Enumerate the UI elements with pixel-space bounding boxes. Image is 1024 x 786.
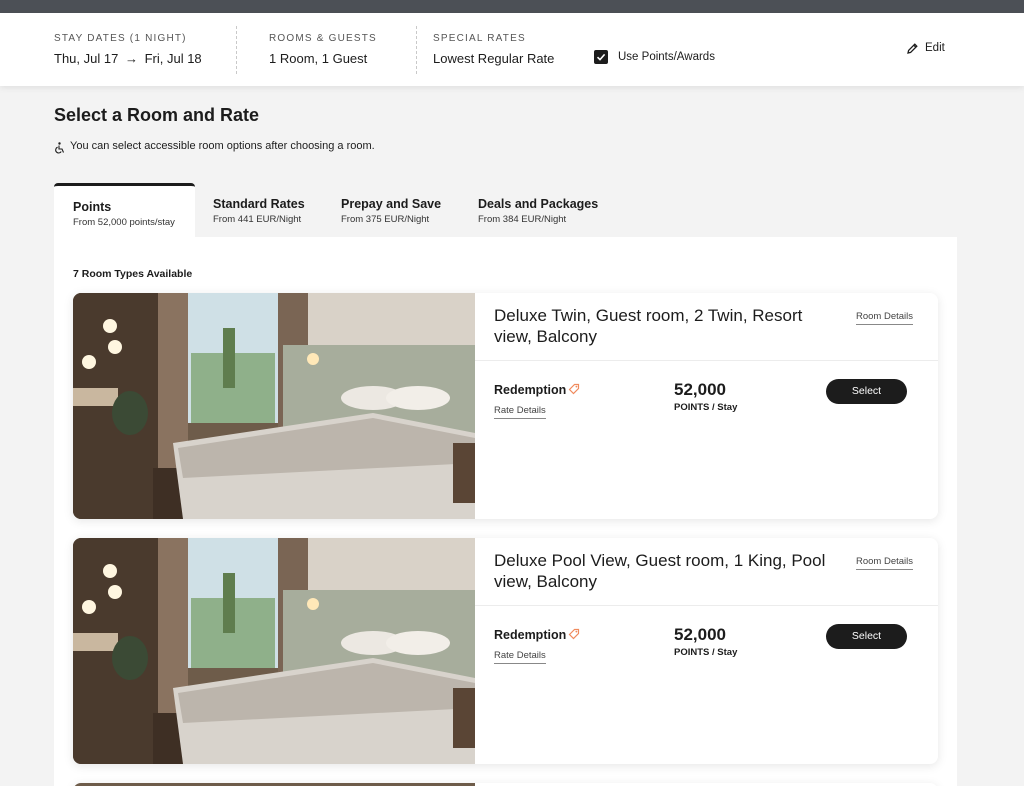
points-unit: POINTS / Stay [674, 647, 738, 658]
tab-label: Points [73, 200, 112, 214]
room-photo[interactable] [73, 293, 475, 519]
rate-details-link[interactable]: Rate Details [494, 650, 546, 664]
tab-points[interactable]: Points From 52,000 points/stay [54, 183, 195, 237]
room-name: Deluxe Pool View, Guest room, 1 King, Po… [494, 551, 826, 591]
divider [475, 605, 938, 606]
points-price: 52,000 [674, 380, 726, 399]
stay-dates-caption: STAY DATES (1 NIGHT) [54, 33, 187, 44]
arrow-right-icon: → [124, 51, 138, 66]
wheelchair-icon [55, 142, 65, 154]
divider [475, 360, 938, 361]
select-button[interactable]: Select [826, 379, 907, 404]
tag-icon [568, 628, 580, 640]
tab-prepay-and-save[interactable]: Prepay and Save From 375 EUR/Night [323, 183, 460, 237]
tab-subtitle: From 375 EUR/Night [341, 214, 430, 225]
special-rates-value: Lowest Regular Rate [433, 51, 555, 66]
rate-name: Redemption [494, 628, 567, 642]
use-points-checkbox[interactable] [594, 50, 608, 64]
tab-subtitle: From 441 EUR/Night [213, 214, 302, 225]
edit-label: Edit [925, 42, 945, 54]
tab-subtitle: From 384 EUR/Night [478, 214, 567, 225]
tab-label: Deals and Packages [478, 197, 599, 211]
divider [416, 26, 417, 74]
divider [236, 26, 237, 74]
page-title: Select a Room and Rate [54, 105, 260, 125]
tab-standard-rates[interactable]: Standard Rates From 441 EUR/Night [195, 183, 323, 237]
points-price: 52,000 [674, 625, 726, 644]
check-out-date: Fri, Jul 18 [144, 51, 202, 66]
room-details-link[interactable]: Room Details [856, 556, 914, 570]
special-rates-caption: SPECIAL RATES [433, 33, 526, 44]
room-card: Deluxe Pool View, Guest room, 1 King, Po… [73, 538, 938, 764]
check-in-date: Thu, Jul 17 [54, 51, 119, 66]
tag-icon [568, 383, 580, 395]
room-photo[interactable] [73, 538, 475, 764]
select-button[interactable]: Select [826, 624, 907, 649]
stay-dates-value: Thu, Jul 17 → Fri, Jul 18 [54, 51, 202, 66]
rooms-guests-value: 1 Room, 1 Guest [269, 51, 368, 66]
rate-name: Redemption [494, 383, 567, 397]
room-name: Deluxe Twin, Guest room, 2 Twin, Resort … [494, 306, 803, 346]
accessible-note-text: You can select accessible room options a… [70, 140, 375, 152]
tab-deals-and-packages[interactable]: Deals and Packages From 384 EUR/Night [460, 183, 620, 237]
tab-label: Prepay and Save [341, 197, 442, 211]
room-details-link[interactable]: Room Details [856, 311, 914, 325]
tab-subtitle: From 52,000 points/stay [73, 217, 175, 228]
search-summary-header: STAY DATES (1 NIGHT) Thu, Jul 17 → Fri, … [0, 13, 1024, 86]
tab-label: Standard Rates [213, 197, 305, 211]
use-points-label[interactable]: Use Points/Awards [618, 51, 715, 63]
top-bar [0, 0, 1024, 13]
checkmark-icon [596, 53, 606, 61]
rooms-guests-caption: ROOMS & GUESTS [269, 33, 377, 44]
rate-details-link[interactable]: Rate Details [494, 405, 546, 419]
pencil-icon [907, 43, 918, 54]
room-types-count: 7 Room Types Available [73, 268, 193, 280]
room-card: Deluxe Twin, Guest room, 2 Twin, Resort … [73, 293, 938, 519]
points-unit: POINTS / Stay [674, 402, 738, 413]
